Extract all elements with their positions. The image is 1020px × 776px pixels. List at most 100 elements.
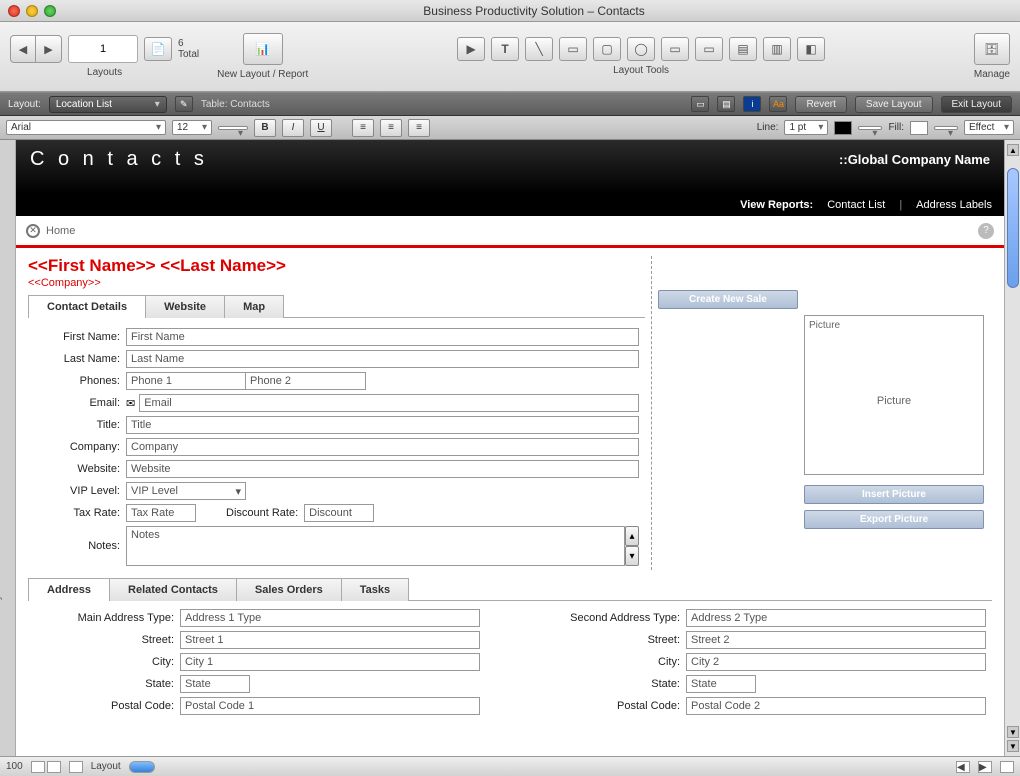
exit-layout-button[interactable]: Exit Layout [941, 96, 1012, 113]
street1-field[interactable]: Street 1 [180, 631, 480, 649]
new-layout-icon[interactable]: 📊 [243, 33, 283, 65]
chart-tool[interactable]: ◧ [797, 37, 825, 61]
align-right-button[interactable]: ≡ [408, 119, 430, 137]
vertical-scrollbar[interactable]: ▲ ▼ ▼ [1004, 140, 1020, 756]
main-address-type-field[interactable]: Address 1 Type [180, 609, 480, 627]
field-tool[interactable]: ▭ [661, 37, 689, 61]
contact-list-link[interactable]: Contact List [827, 199, 885, 211]
scroll-down2-icon[interactable]: ▼ [1007, 740, 1019, 752]
resize-grip-icon[interactable] [1000, 761, 1014, 773]
zoom-out-icon[interactable] [31, 761, 45, 773]
tab-tasks[interactable]: Tasks [341, 578, 409, 601]
tab-sales-orders[interactable]: Sales Orders [236, 578, 342, 601]
discount-rate-field[interactable]: Discount [304, 504, 374, 522]
prev-record-button[interactable]: ◀ [10, 35, 36, 63]
record-slider-icon[interactable]: 📄 [144, 37, 172, 61]
first-name-field[interactable]: First Name [126, 328, 639, 346]
email-field[interactable]: Email [139, 394, 639, 412]
font-selector[interactable]: Arial [6, 120, 166, 135]
tax-rate-field[interactable]: Tax Rate [126, 504, 196, 522]
email-icon[interactable]: ✉ [126, 397, 135, 410]
line-weight-selector[interactable]: 1 pt [784, 120, 828, 135]
tab-tool[interactable]: ▤ [729, 37, 757, 61]
rounded-rect-tool[interactable]: ▢ [593, 37, 621, 61]
notes-scroll-up[interactable]: ▴ [625, 526, 639, 546]
field-boundaries-icon[interactable]: ▭ [691, 96, 709, 112]
state1-field[interactable]: State [180, 675, 250, 693]
font-size-selector[interactable]: 12 [172, 120, 212, 135]
zoom-icon[interactable] [44, 5, 56, 17]
picture-container[interactable]: Picture Picture [804, 315, 984, 475]
fill-pattern-selector[interactable] [934, 126, 958, 130]
italic-button[interactable]: I [282, 119, 304, 137]
oval-tool[interactable]: ◯ [627, 37, 655, 61]
text-tool[interactable]: T [491, 37, 519, 61]
phone2-field[interactable]: Phone 2 [246, 372, 366, 390]
line-color-swatch[interactable] [834, 121, 852, 135]
hscroll-left-icon[interactable]: ◀ [956, 761, 970, 773]
tab-contact-details[interactable]: Contact Details [28, 295, 146, 318]
vip-level-field[interactable]: VIP Level▾ [126, 482, 246, 500]
home-link[interactable]: Home [46, 225, 75, 237]
street2-field[interactable]: Street 2 [686, 631, 986, 649]
zoom-level[interactable]: 100 [6, 761, 23, 772]
effect-selector[interactable]: Effect [964, 120, 1014, 135]
fill-color-swatch[interactable] [910, 121, 928, 135]
portal-tool[interactable]: ▥ [763, 37, 791, 61]
underline-button[interactable]: U [310, 119, 332, 137]
create-new-sale-button[interactable]: Create New Sale [658, 290, 798, 309]
scroll-down-icon[interactable]: ▼ [1007, 726, 1019, 738]
line-tool[interactable]: ╲ [525, 37, 553, 61]
city1-field[interactable]: City 1 [180, 653, 480, 671]
state2-field[interactable]: State [686, 675, 756, 693]
align-left-button[interactable]: ≡ [352, 119, 374, 137]
save-layout-button[interactable]: Save Layout [855, 96, 933, 113]
minimize-icon[interactable] [26, 5, 38, 17]
second-address-type-field[interactable]: Address 2 Type [686, 609, 986, 627]
city2-field[interactable]: City 2 [686, 653, 986, 671]
manage-icon[interactable]: 🗄 [974, 33, 1010, 65]
phone1-field[interactable]: Phone 1 [126, 372, 246, 390]
title-field[interactable]: Title [126, 416, 639, 434]
button-tool[interactable]: ▭ [695, 37, 723, 61]
total-records: 6 [178, 38, 184, 49]
revert-button[interactable]: Revert [795, 96, 846, 113]
insert-picture-button[interactable]: Insert Picture [804, 485, 984, 504]
tab-related-contacts[interactable]: Related Contacts [109, 578, 237, 601]
next-record-button[interactable]: ▶ [36, 35, 62, 63]
tab-map[interactable]: Map [224, 295, 284, 318]
zoom-in-icon[interactable] [47, 761, 61, 773]
export-picture-button[interactable]: Export Picture [804, 510, 984, 529]
status-icon[interactable] [69, 761, 83, 773]
home-icon[interactable]: ✕ [26, 224, 40, 238]
postal1-field[interactable]: Postal Code 1 [180, 697, 480, 715]
pointer-tool[interactable]: ▶ [457, 37, 485, 61]
scroll-thumb[interactable] [1007, 168, 1019, 288]
postal2-label: Postal Code: [540, 700, 680, 712]
help-icon[interactable]: ? [978, 223, 994, 239]
style-selector[interactable] [218, 126, 248, 130]
notes-scroll-down[interactable]: ▾ [625, 546, 639, 566]
address-labels-link[interactable]: Address Labels [916, 199, 992, 211]
bold-button[interactable]: B [254, 119, 276, 137]
tab-address[interactable]: Address [28, 578, 110, 601]
company-field[interactable]: Company [126, 438, 639, 456]
line-type-selector[interactable] [858, 126, 882, 130]
postal2-field[interactable]: Postal Code 2 [686, 697, 986, 715]
sample-data-icon[interactable]: ▤ [717, 96, 735, 112]
edit-layout-icon[interactable]: ✎ [175, 96, 193, 112]
website-field[interactable]: Website [126, 460, 639, 478]
rect-tool[interactable]: ▭ [559, 37, 587, 61]
info-icon[interactable]: i [743, 96, 761, 112]
align-center-button[interactable]: ≡ [380, 119, 402, 137]
scroll-up-icon[interactable]: ▲ [1007, 144, 1019, 156]
record-number-field[interactable]: 1 [68, 35, 138, 63]
close-icon[interactable] [8, 5, 20, 17]
hscroll-right-icon[interactable]: ▶ [978, 761, 992, 773]
tab-website[interactable]: Website [145, 295, 225, 318]
mode-toggle[interactable] [129, 761, 155, 773]
notes-field[interactable]: Notes [126, 526, 625, 566]
aa-icon[interactable]: Aa [769, 96, 787, 112]
layout-selector[interactable]: Location List [49, 96, 167, 113]
last-name-field[interactable]: Last Name [126, 350, 639, 368]
